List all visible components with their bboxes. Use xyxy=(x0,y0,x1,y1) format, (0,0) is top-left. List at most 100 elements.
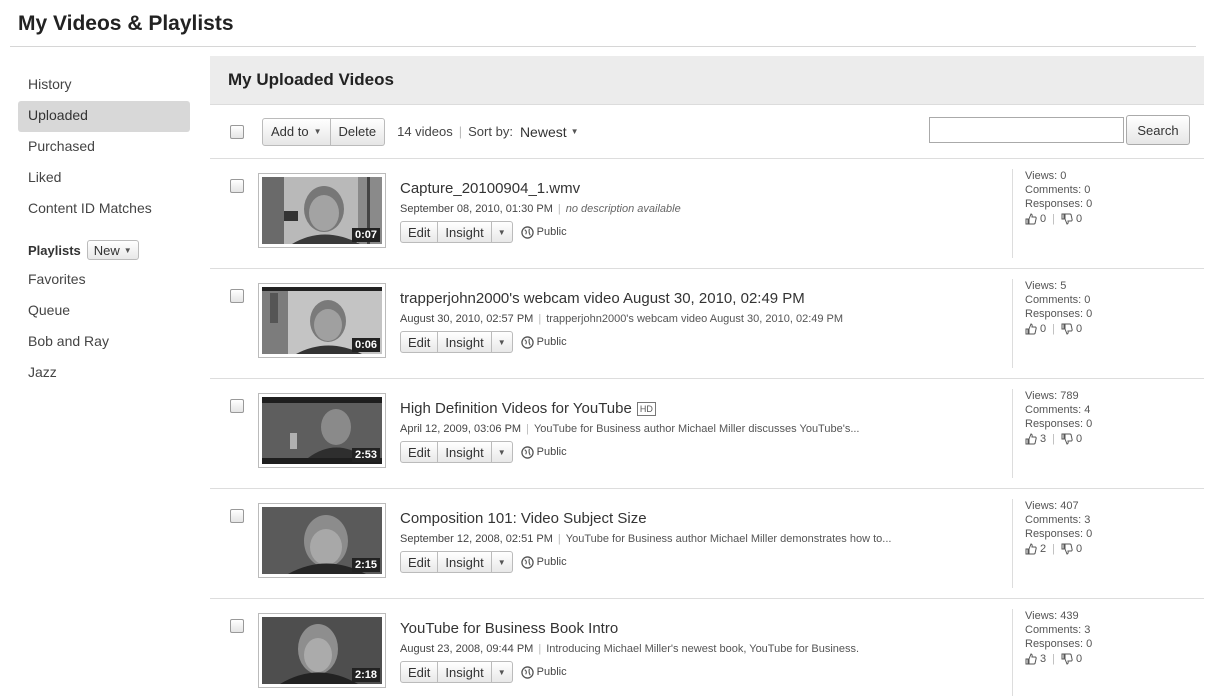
video-actions: Edit Insight ▼ Public xyxy=(400,661,567,683)
sidebar-item-bob-and-ray[interactable]: Bob and Ray xyxy=(18,327,190,358)
sidebar-item-queue[interactable]: Queue xyxy=(18,296,190,327)
video-date: September 12, 2008, 02:51 PM xyxy=(400,533,553,545)
sidebar: History Uploaded Purchased Liked Content… xyxy=(18,70,190,389)
insight-button[interactable]: Insight xyxy=(438,551,492,573)
sidebar-item-favorites[interactable]: Favorites xyxy=(18,265,190,296)
sidebar-item-liked[interactable]: Liked xyxy=(18,163,190,194)
thumbs-down-icon xyxy=(1061,543,1073,555)
video-title-link[interactable]: trapperjohn2000's webcam video August 30… xyxy=(400,290,805,307)
insight-button[interactable]: Insight xyxy=(438,661,492,683)
sort-dropdown[interactable]: Newest ▼ xyxy=(520,124,579,140)
video-stats: Views: 0 Comments: 0 Responses: 0 0 | 0 xyxy=(1012,169,1092,258)
rating-separator: | xyxy=(1052,323,1055,335)
video-description: trapperjohn2000's webcam video August 30… xyxy=(546,313,844,325)
video-title-link[interactable]: High Definition Videos for YouTube HD xyxy=(400,400,656,417)
dislikes-count: 0 xyxy=(1075,433,1083,445)
video-count: 14 videos xyxy=(397,124,453,139)
edit-button[interactable]: Edit xyxy=(400,661,439,683)
video-thumbnail[interactable]: 0:06 xyxy=(258,283,386,358)
search-input[interactable] xyxy=(929,117,1124,143)
thumbs-up-icon xyxy=(1025,213,1037,225)
privacy-status[interactable]: Public xyxy=(520,445,567,459)
responses-count: Responses: 0 xyxy=(1025,418,1093,430)
meta-separator: | xyxy=(538,313,542,325)
privacy-label: Public xyxy=(536,446,567,458)
sidebar-item-purchased[interactable]: Purchased xyxy=(18,132,190,163)
video-title: YouTube for Business Book Intro xyxy=(400,620,619,637)
more-actions-dropdown[interactable]: ▼ xyxy=(491,331,513,353)
insight-button[interactable]: Insight xyxy=(438,221,492,243)
meta-separator: | xyxy=(526,423,529,435)
rating: 3 | 0 xyxy=(1025,432,1092,446)
edit-button[interactable]: Edit xyxy=(400,221,439,243)
video-checkbox[interactable] xyxy=(230,619,244,633)
video-checkbox[interactable] xyxy=(230,399,244,413)
chevron-down-icon: ▼ xyxy=(497,557,506,567)
globe-icon xyxy=(520,665,534,679)
rating-separator: | xyxy=(1052,653,1055,665)
edit-button[interactable]: Edit xyxy=(400,551,439,573)
select-all-checkbox[interactable] xyxy=(230,124,244,139)
video-date: August 30, 2010, 02:57 PM xyxy=(400,313,534,325)
edit-button[interactable]: Edit xyxy=(400,331,439,353)
playlists-label: Playlists xyxy=(28,242,81,258)
new-playlist-button[interactable]: New ▼ xyxy=(86,240,139,260)
privacy-status[interactable]: Public xyxy=(520,225,567,239)
privacy-status[interactable]: Public xyxy=(520,665,567,679)
video-thumbnail[interactable]: 2:15 xyxy=(258,503,386,578)
chevron-down-icon: ▼ xyxy=(497,667,506,677)
search-button[interactable]: Search xyxy=(1126,115,1190,145)
video-title: Capture_20100904_1.wmv xyxy=(400,180,581,197)
more-actions-dropdown[interactable]: ▼ xyxy=(491,441,513,463)
insight-button[interactable]: Insight xyxy=(438,331,492,353)
chevron-down-icon: ▼ xyxy=(497,337,506,347)
edit-button[interactable]: Edit xyxy=(400,441,439,463)
video-duration: 2:53 xyxy=(351,448,380,462)
comments-count: Comments: 0 xyxy=(1025,294,1091,306)
video-title: trapperjohn2000's webcam video August 30… xyxy=(400,290,805,307)
chevron-down-icon: ▼ xyxy=(497,227,506,237)
video-duration: 0:06 xyxy=(351,338,380,352)
likes-count: 2 xyxy=(1040,543,1047,555)
more-actions-dropdown[interactable]: ▼ xyxy=(491,221,513,243)
video-description: YouTube for Business author Michael Mill… xyxy=(565,533,892,545)
video-duration: 2:18 xyxy=(351,668,380,682)
meta-separator: | xyxy=(538,643,542,655)
video-title-link[interactable]: Composition 101: Video Subject Size xyxy=(400,510,647,527)
thumbs-down-icon xyxy=(1061,213,1073,225)
video-description: no description available xyxy=(565,203,681,215)
video-description: Introducing Michael Miller's newest book… xyxy=(546,643,860,655)
more-actions-dropdown[interactable]: ▼ xyxy=(491,661,513,683)
likes-count: 3 xyxy=(1040,653,1047,665)
video-checkbox[interactable] xyxy=(230,289,244,303)
thumbnail-image: 0:06 xyxy=(262,287,382,354)
sidebar-item-uploaded[interactable]: Uploaded xyxy=(18,101,190,132)
video-date: September 08, 2010, 01:30 PM xyxy=(400,203,553,215)
more-actions-dropdown[interactable]: ▼ xyxy=(491,551,513,573)
video-meta: August 23, 2008, 09:44 PM | Introducing Mi… xyxy=(400,643,859,655)
sort-value: Newest xyxy=(519,123,567,140)
add-to-button[interactable]: Add to ▼ xyxy=(262,117,331,146)
video-actions: Edit Insight ▼ Public xyxy=(400,331,567,353)
thumbs-down-icon xyxy=(1061,653,1073,665)
title-divider xyxy=(10,46,1196,47)
video-thumbnail[interactable]: 2:53 xyxy=(258,393,386,468)
video-checkbox[interactable] xyxy=(230,509,244,523)
insight-button[interactable]: Insight xyxy=(438,441,492,463)
dislikes-count: 0 xyxy=(1075,323,1083,335)
video-title-link[interactable]: Capture_20100904_1.wmv xyxy=(400,180,580,197)
privacy-status[interactable]: Public xyxy=(520,555,567,569)
video-row: 0:07 Capture_20100904_1.wmv September 08… xyxy=(210,159,1204,269)
delete-button[interactable]: Delete xyxy=(330,117,386,146)
video-date: August 23, 2008, 09:44 PM xyxy=(400,643,534,655)
video-title-link[interactable]: YouTube for Business Book Intro xyxy=(400,620,618,637)
comments-count: Comments: 4 xyxy=(1025,404,1091,416)
video-date: April 12, 2009, 03:06 PM xyxy=(400,423,522,435)
sidebar-item-content-id-matches[interactable]: Content ID Matches xyxy=(18,194,190,225)
video-thumbnail[interactable]: 0:07 xyxy=(258,173,386,248)
sidebar-item-jazz[interactable]: Jazz xyxy=(18,358,190,389)
privacy-status[interactable]: Public xyxy=(520,335,567,349)
sidebar-item-history[interactable]: History xyxy=(18,70,190,101)
video-thumbnail[interactable]: 2:18 xyxy=(258,613,386,688)
video-checkbox[interactable] xyxy=(230,179,244,193)
